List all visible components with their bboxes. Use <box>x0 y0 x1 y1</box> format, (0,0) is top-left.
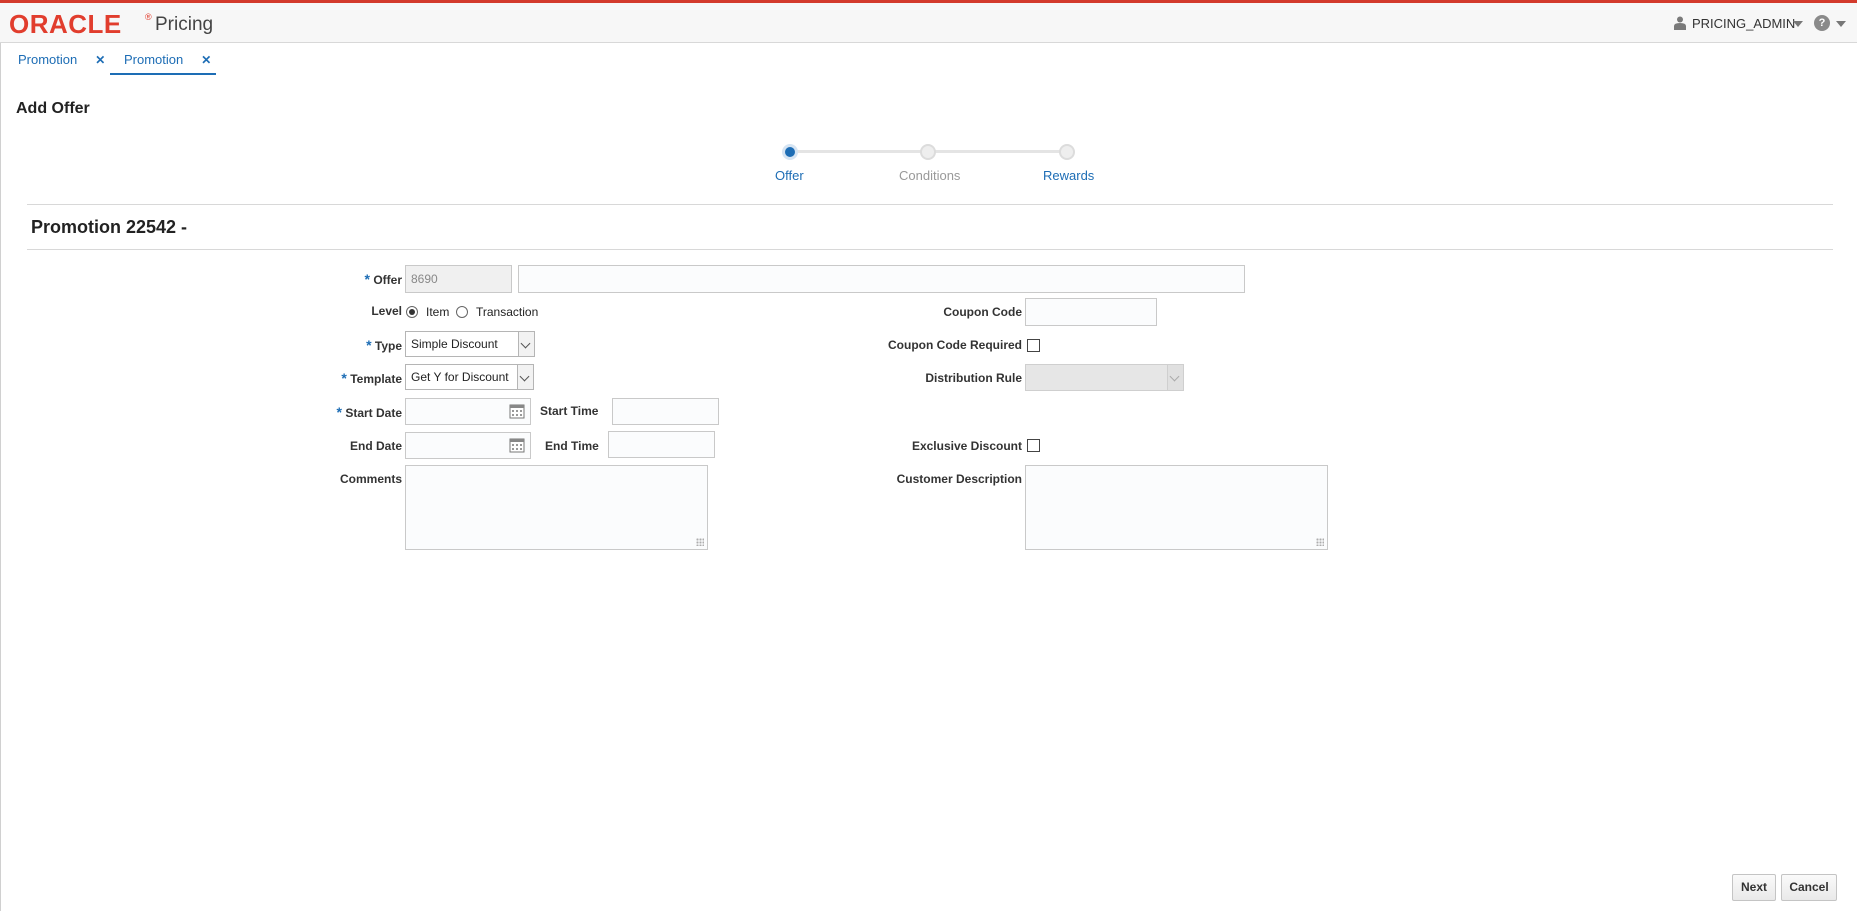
top-header-bar <box>0 0 1857 43</box>
level-item-radio[interactable] <box>406 306 418 318</box>
offer-name-field[interactable] <box>518 265 1245 293</box>
level-item-label[interactable]: Item <box>426 305 449 319</box>
type-select[interactable]: Simple Discount <box>405 331 535 357</box>
chevron-down-icon[interactable] <box>518 332 534 356</box>
coupon-code-label: Coupon Code <box>943 305 1022 319</box>
user-icon[interactable] <box>1674 16 1686 30</box>
end-time-field[interactable] <box>608 431 715 458</box>
logo-registered-mark: ® <box>145 12 152 22</box>
chevron-down-icon[interactable] <box>517 365 533 389</box>
close-icon[interactable]: ✕ <box>95 53 105 67</box>
app-name: Pricing <box>155 14 214 35</box>
tab-promotion-2-active[interactable]: Promotion ✕ <box>110 44 216 75</box>
oracle-logo: ORACLE <box>9 9 122 39</box>
calendar-icon[interactable] <box>509 437 525 453</box>
comments-textarea[interactable] <box>405 465 708 550</box>
offer-label: * Offer <box>364 271 402 287</box>
end-date-label: End Date <box>349 439 402 453</box>
left-border <box>0 43 1 911</box>
template-select-value: Get Y for Discount <box>411 370 509 384</box>
next-button[interactable]: Next <box>1732 874 1776 901</box>
exclusive-discount-label: Exclusive Discount <box>911 439 1022 453</box>
start-time-label: Start Time <box>540 404 599 418</box>
level-transaction-radio[interactable] <box>456 306 468 318</box>
calendar-icon[interactable] <box>509 403 525 419</box>
template-select[interactable]: Get Y for Discount <box>405 364 534 390</box>
train-stop-rewards[interactable] <box>1059 144 1075 160</box>
distribution-rule-select <box>1025 364 1184 391</box>
tab-promotion-1[interactable]: Promotion ✕ <box>18 44 105 75</box>
required-marker: * <box>364 271 370 287</box>
start-date-label: * Start Date <box>336 404 402 420</box>
start-time-field[interactable] <box>612 398 719 425</box>
tab-label[interactable]: Promotion <box>18 52 77 67</box>
divider <box>27 204 1833 205</box>
coupon-code-required-label: Coupon Code Required <box>888 338 1022 352</box>
resize-grip-icon[interactable] <box>696 538 704 546</box>
end-time-label: End Time <box>545 439 599 453</box>
train-stop-conditions[interactable] <box>920 144 936 160</box>
user-menu-name[interactable]: PRICING_ADMIN <box>1692 16 1795 31</box>
train-connector <box>790 150 928 153</box>
train-stop-offer[interactable] <box>782 144 798 160</box>
coupon-code-field[interactable] <box>1025 298 1157 326</box>
chevron-down-icon[interactable] <box>1793 21 1803 27</box>
help-icon[interactable]: ? <box>1814 15 1830 31</box>
resize-grip-icon[interactable] <box>1316 538 1324 546</box>
offer-id-field <box>405 265 512 293</box>
level-label: Level <box>371 304 402 318</box>
coupon-code-required-checkbox[interactable] <box>1027 339 1040 352</box>
train-label-offer[interactable]: Offer <box>775 168 804 183</box>
template-label: * Template <box>341 370 402 386</box>
comments-label: Comments <box>339 472 402 486</box>
chevron-down-icon <box>1167 365 1183 390</box>
tab-label[interactable]: Promotion <box>124 52 183 67</box>
train-connector <box>928 150 1067 153</box>
page-title: Add Offer <box>16 100 90 117</box>
close-icon[interactable]: ✕ <box>201 53 211 67</box>
chevron-down-icon[interactable] <box>1836 21 1846 27</box>
exclusive-discount-checkbox[interactable] <box>1027 439 1040 452</box>
type-label: * Type <box>366 337 402 353</box>
distribution-rule-label: Distribution Rule <box>925 371 1022 385</box>
divider <box>27 249 1833 250</box>
train-label-rewards[interactable]: Rewards <box>1043 168 1094 183</box>
customer-description-label: Customer Description <box>896 472 1022 486</box>
level-transaction-label[interactable]: Transaction <box>476 305 538 319</box>
promotion-title: Promotion 22542 - <box>31 217 188 237</box>
train-label-conditions[interactable]: Conditions <box>899 168 960 183</box>
type-select-value: Simple Discount <box>411 337 498 351</box>
customer-description-textarea[interactable] <box>1025 465 1328 550</box>
cancel-button[interactable]: Cancel <box>1781 874 1837 901</box>
